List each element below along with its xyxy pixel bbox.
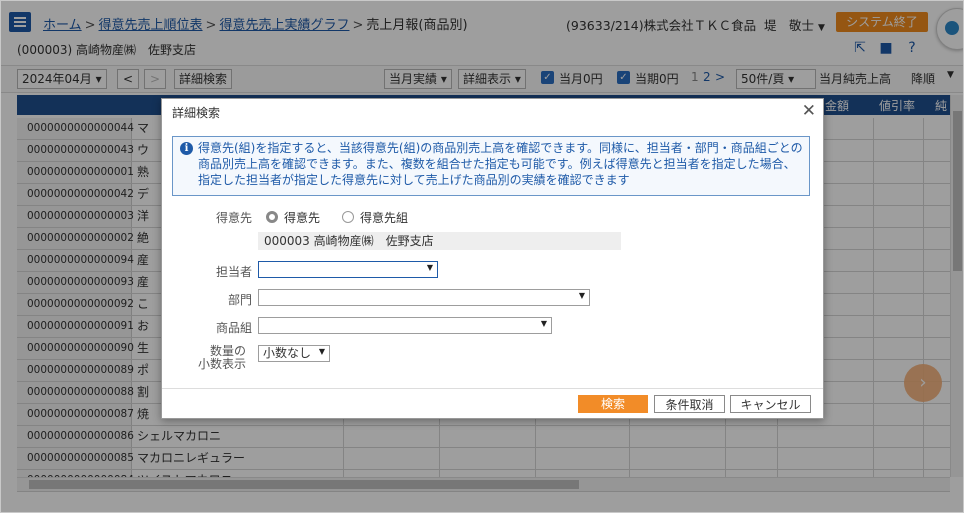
staff-label: 担当者: [215, 265, 252, 279]
decimal-display-label: 数量の 小数表示: [197, 344, 246, 371]
department-label: 部門: [227, 293, 252, 307]
radio-customer-group[interactable]: [342, 211, 354, 223]
radio-customer[interactable]: [266, 211, 278, 223]
department-select[interactable]: ▼: [258, 289, 590, 306]
decimal-display-select[interactable]: 小数なし ▼: [258, 345, 330, 362]
customer-value: 000003 高崎物産㈱ 佐野支店: [258, 232, 621, 250]
radio-customer-group-label[interactable]: 得意先組: [360, 209, 408, 226]
detail-search-dialog: 詳細検索 ✕ i 得意先(組)を指定すると、当該得意先(組)の商品別売上高を確認…: [161, 98, 824, 419]
dialog-title: 詳細検索: [172, 106, 221, 120]
cancel-button[interactable]: キャンセル: [730, 395, 811, 413]
customer-label: 得意先: [215, 211, 252, 225]
chevron-down-icon: ▼: [540, 319, 547, 328]
close-icon[interactable]: ✕: [802, 101, 816, 121]
product-group-select[interactable]: ▼: [258, 317, 552, 334]
clear-conditions-button[interactable]: 条件取消: [654, 395, 725, 413]
dialog-footer: 検索 条件取消 キャンセル: [162, 388, 823, 419]
radio-customer-label[interactable]: 得意先: [284, 209, 320, 226]
product-group-label: 商品組: [215, 321, 252, 335]
chevron-down-icon: ▼: [578, 291, 585, 300]
chevron-down-icon: ▼: [318, 347, 325, 356]
app-window: ホーム > 得意先売上順位表 > 得意先売上実績グラフ > 売上月報(商品別) (93633…: [0, 0, 964, 513]
info-icon: i: [180, 142, 193, 155]
info-box: i 得意先(組)を指定すると、当該得意先(組)の商品別売上高を確認できます。同様…: [172, 136, 810, 196]
search-button[interactable]: 検索: [578, 395, 648, 413]
chevron-down-icon: ▼: [426, 263, 433, 272]
staff-select[interactable]: ▼: [258, 261, 438, 278]
info-text: 得意先(組)を指定すると、当該得意先(組)の商品別売上高を確認できます。同様に、…: [198, 141, 803, 187]
